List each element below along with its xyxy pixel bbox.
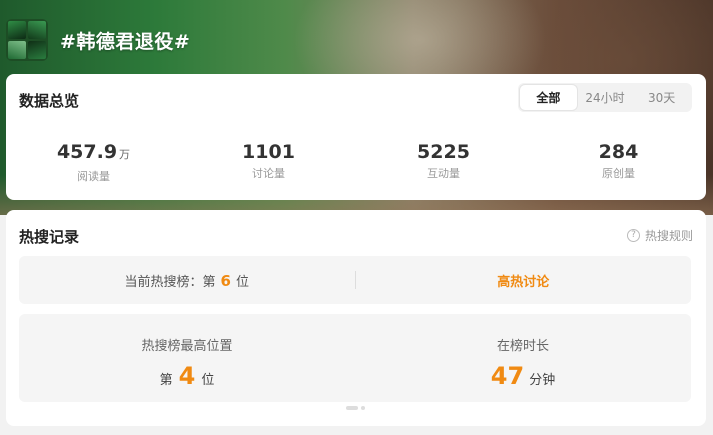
peak-rank-value: 第4位	[159, 362, 215, 390]
peak-rank-label: 热搜榜最高位置	[141, 339, 233, 354]
heat-tag-label: 高热讨论	[497, 274, 550, 290]
stat-originals: 284 原创量	[531, 140, 706, 184]
stats-row: 457.9 万 阅读量 1101 讨论量 5225 互动量 284 原创量	[6, 140, 706, 184]
tab-30d[interactable]: 30天	[633, 85, 690, 110]
stat-value: 5225	[417, 141, 470, 163]
stat-label: 原创量	[602, 167, 635, 180]
indicator-dot-active	[346, 406, 358, 410]
indicator-dot	[361, 406, 365, 410]
topic-header: #韩德君退役#	[6, 19, 190, 61]
stat-unit: 万	[119, 148, 131, 161]
tab-all[interactable]: 全部	[520, 85, 577, 110]
topic-title: #韩德君退役#	[60, 30, 191, 53]
stat-interactions: 5225 互动量	[356, 140, 531, 184]
time-range-tabs: 全部 24小时 30天	[518, 83, 692, 112]
duration-number: 47	[490, 362, 525, 390]
overview-title: 数据总览	[19, 92, 80, 110]
stat-reads: 457.9 万 阅读量	[6, 140, 181, 184]
heat-tag: 高热讨论	[356, 271, 692, 290]
carousel-indicator	[346, 406, 365, 410]
tab-24h[interactable]: 24小时	[577, 85, 634, 110]
hot-search-record-card: 热搜记录 ? 热搜规则 当前热搜榜：第 6 位 高热讨论 热搜榜最高位置 第4位 在…	[6, 210, 706, 426]
stat-label: 讨论量	[252, 167, 285, 180]
stat-value: 284	[598, 141, 639, 163]
current-rank-number: 6	[220, 271, 231, 290]
duration: 在榜时长 47 分钟	[355, 314, 691, 402]
stat-label: 阅读量	[77, 170, 110, 183]
duration-unit: 分钟	[529, 373, 556, 388]
stat-discussions: 1101 讨论量	[181, 140, 356, 184]
peak-rank: 热搜榜最高位置 第4位	[19, 314, 355, 402]
data-overview-card: 数据总览 全部 24小时 30天 457.9 万 阅读量 1101 讨论量 522…	[6, 74, 706, 200]
peak-rank-number: 4	[178, 362, 196, 390]
duration-label: 在榜时长	[496, 339, 549, 354]
peak-duration-row: 热搜榜最高位置 第4位 在榜时长 47 分钟	[19, 314, 691, 402]
stat-value: 1101	[242, 141, 295, 163]
stat-value: 457.9 万	[56, 141, 131, 163]
current-rank-suffix: 位	[235, 274, 249, 290]
hot-search-rules-link[interactable]: ? 热搜规则	[626, 227, 693, 244]
duration-value: 47 分钟	[355, 362, 691, 390]
current-rank-prefix: 当前热搜榜：第	[124, 274, 216, 290]
current-rank-row: 当前热搜榜：第 6 位 高热讨论	[19, 256, 691, 304]
question-circle-icon: ?	[626, 229, 640, 242]
stat-label: 互动量	[427, 167, 460, 180]
rules-label: 热搜规则	[644, 229, 693, 243]
topic-avatar[interactable]	[6, 19, 48, 61]
record-title: 热搜记录	[19, 228, 80, 246]
current-rank: 当前热搜榜：第 6 位	[19, 271, 355, 290]
